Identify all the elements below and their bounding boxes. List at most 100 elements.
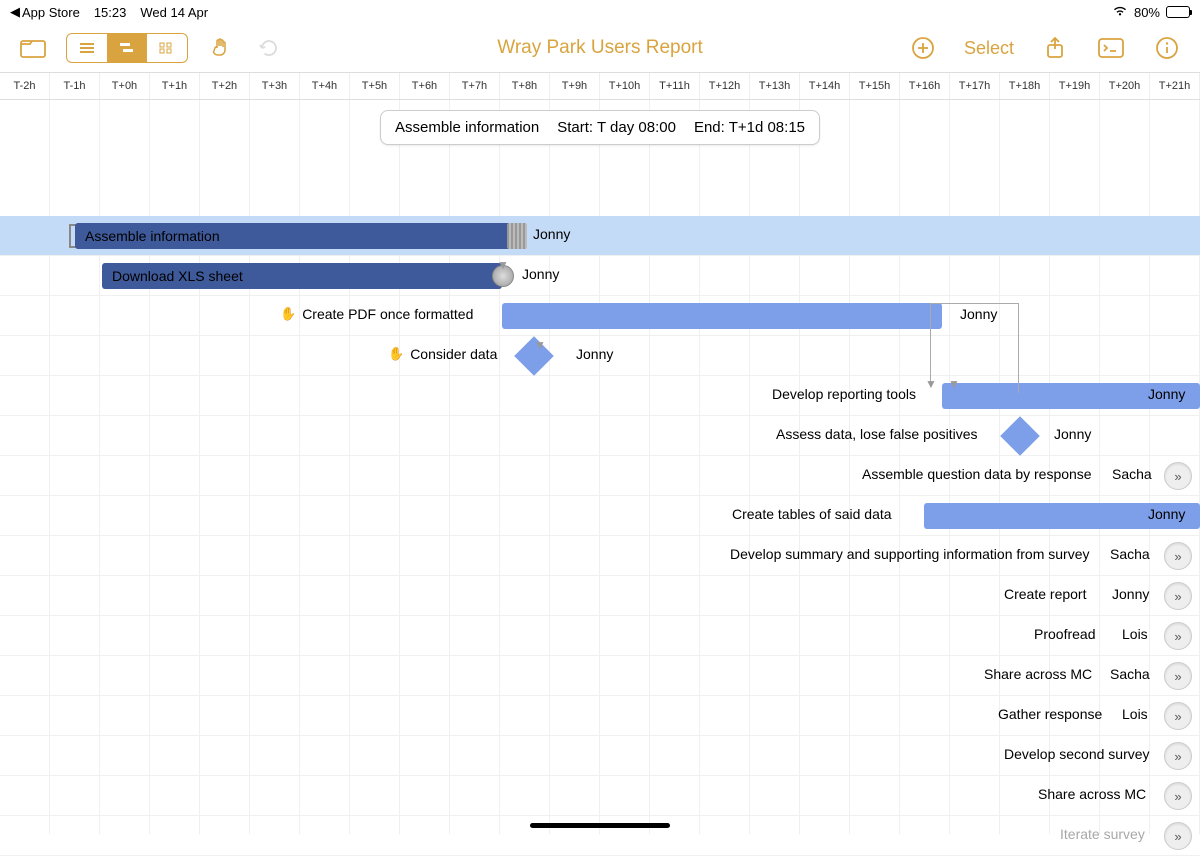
- select-button[interactable]: Select: [964, 38, 1014, 59]
- timeline-column[interactable]: T+0h: [100, 73, 150, 99]
- timeline-column[interactable]: T+12h: [700, 73, 750, 99]
- back-to-app[interactable]: ◀ App Store: [10, 4, 80, 20]
- view-gantt-icon[interactable]: [107, 34, 147, 62]
- folder-button[interactable]: [18, 33, 48, 63]
- gantt-row[interactable]: Develop second survey »: [0, 736, 1200, 776]
- status-time: 15:23: [94, 5, 127, 20]
- timeline-column[interactable]: T+17h: [950, 73, 1000, 99]
- timeline-column[interactable]: T+2h: [200, 73, 250, 99]
- timeline-column[interactable]: T+18h: [1000, 73, 1050, 99]
- timeline-column[interactable]: T+7h: [450, 73, 500, 99]
- task-assignee: Jonny: [1148, 386, 1185, 402]
- timeline-column[interactable]: T+1h: [150, 73, 200, 99]
- gantt-row[interactable]: Iterate survey »: [0, 816, 1200, 856]
- gantt-row[interactable]: Assess data, lose false positivesJonny: [0, 416, 1200, 456]
- task-label: Assemble question data by response: [862, 466, 1092, 482]
- status-date: Wed 14 Apr: [140, 5, 208, 20]
- timeline-column[interactable]: T+6h: [400, 73, 450, 99]
- gantt-bar-label: Download XLS sheet: [112, 268, 243, 284]
- timeline-column[interactable]: T+5h: [350, 73, 400, 99]
- timeline-column[interactable]: T+10h: [600, 73, 650, 99]
- gantt-row[interactable]: Share across MCSacha»: [0, 656, 1200, 696]
- gantt-bar[interactable]: [502, 303, 942, 329]
- task-label: Proofread: [1034, 626, 1095, 642]
- battery-icon: [1166, 6, 1190, 18]
- scroll-to-task-button[interactable]: »: [1164, 782, 1192, 810]
- undo-button[interactable]: [254, 33, 284, 63]
- timeline-column[interactable]: T+13h: [750, 73, 800, 99]
- timeline-axis[interactable]: T-2hT-1hT+0hT+1hT+2hT+3hT+4hT+5hT+6hT+7h…: [0, 72, 1200, 100]
- task-assignee: Jonny: [533, 226, 570, 242]
- scroll-to-task-button[interactable]: »: [1164, 702, 1192, 730]
- task-label: Develop summary and supporting informati…: [730, 546, 1090, 562]
- gantt-row[interactable]: Create reportJonny»: [0, 576, 1200, 616]
- gantt-bar[interactable]: Assemble information: [75, 223, 513, 249]
- timeline-column[interactable]: T+20h: [1100, 73, 1150, 99]
- gantt-row[interactable]: Develop reporting tools Jonny: [0, 376, 1200, 416]
- timeline-column[interactable]: T+11h: [650, 73, 700, 99]
- gantt-row[interactable]: Gather responseLois»: [0, 696, 1200, 736]
- task-assignee: Jonny: [960, 306, 997, 322]
- scroll-to-task-button[interactable]: »: [1164, 822, 1192, 850]
- battery-percent: 80%: [1134, 5, 1160, 20]
- timeline-column[interactable]: T+14h: [800, 73, 850, 99]
- gantt-row[interactable]: Share across MC »: [0, 776, 1200, 816]
- view-mode-segmented[interactable]: [66, 33, 188, 63]
- gantt-bar-label: Assemble information: [85, 228, 220, 244]
- status-bar: ◀ App Store 15:23 Wed 14 Apr 80%: [0, 0, 1200, 24]
- gantt-row[interactable]: ✋Consider dataJonny: [0, 336, 1200, 376]
- gantt-row[interactable]: ✋Create PDF once formatted Jonny: [0, 296, 1200, 336]
- scroll-to-task-button[interactable]: »: [1164, 462, 1192, 490]
- scroll-to-task-button[interactable]: »: [1164, 582, 1192, 610]
- scroll-to-task-button[interactable]: »: [1164, 662, 1192, 690]
- gantt-row[interactable]: Assemble question data by response Sacha »: [0, 456, 1200, 496]
- task-label: ✋Create PDF once formatted: [280, 306, 473, 322]
- timeline-column[interactable]: T-1h: [50, 73, 100, 99]
- home-indicator: [530, 823, 670, 828]
- task-assignee: Sacha: [1112, 466, 1152, 482]
- back-to-app-label: App Store: [22, 5, 80, 20]
- task-info-start: Start: T day 08:00: [557, 119, 676, 136]
- task-info-end: End: T+1d 08:15: [694, 119, 805, 136]
- milestone-diamond[interactable]: [1000, 416, 1040, 456]
- view-grid-icon[interactable]: [147, 34, 187, 62]
- timeline-column[interactable]: T+4h: [300, 73, 350, 99]
- timeline-column[interactable]: T+21h: [1150, 73, 1200, 99]
- timeline-column[interactable]: T+9h: [550, 73, 600, 99]
- add-button[interactable]: [908, 33, 938, 63]
- timeline-column[interactable]: T+16h: [900, 73, 950, 99]
- task-assignee: Lois: [1122, 706, 1148, 722]
- timeline-column[interactable]: T+19h: [1050, 73, 1100, 99]
- timeline-column[interactable]: T+8h: [500, 73, 550, 99]
- timeline-column[interactable]: T+15h: [850, 73, 900, 99]
- task-label: Develop second survey: [1004, 746, 1150, 762]
- share-button[interactable]: [1040, 33, 1070, 63]
- task-label: Develop reporting tools: [772, 386, 916, 402]
- gantt-row[interactable]: Create tables of said dataJonny: [0, 496, 1200, 536]
- task-label: Iterate survey: [1060, 826, 1145, 842]
- task-assignee: Jonny: [1112, 586, 1149, 602]
- task-assignee: Sacha: [1110, 666, 1150, 682]
- gantt-row[interactable]: Assemble information Jonny: [0, 216, 1200, 256]
- gantt-row[interactable]: Download XLS sheetJonny: [0, 256, 1200, 296]
- gantt-chart[interactable]: Assemble information Jonny Download XLS sh…: [0, 100, 1200, 834]
- scroll-to-task-button[interactable]: »: [1164, 742, 1192, 770]
- terminal-button[interactable]: [1096, 33, 1126, 63]
- gantt-bar[interactable]: Download XLS sheet: [102, 263, 502, 289]
- view-list-icon[interactable]: [67, 34, 107, 62]
- document-title[interactable]: Wray Park Users Report: [497, 37, 703, 59]
- timeline-column[interactable]: T+3h: [250, 73, 300, 99]
- timeline-column[interactable]: T-2h: [0, 73, 50, 99]
- hand-tool-button[interactable]: [206, 33, 236, 63]
- task-label: Share across MC: [1038, 786, 1146, 802]
- gantt-row[interactable]: Proofread Lois »: [0, 616, 1200, 656]
- scroll-to-task-button[interactable]: »: [1164, 622, 1192, 650]
- task-assignee: Lois: [1122, 626, 1148, 642]
- task-info-name: Assemble information: [395, 119, 539, 136]
- flag-icon: ✋: [280, 306, 296, 322]
- bar-resize-handle[interactable]: [507, 223, 527, 249]
- gantt-row[interactable]: Develop summary and supporting informati…: [0, 536, 1200, 576]
- info-button[interactable]: [1152, 33, 1182, 63]
- scroll-to-task-button[interactable]: »: [1164, 542, 1192, 570]
- task-label: ✋Consider data: [388, 346, 497, 362]
